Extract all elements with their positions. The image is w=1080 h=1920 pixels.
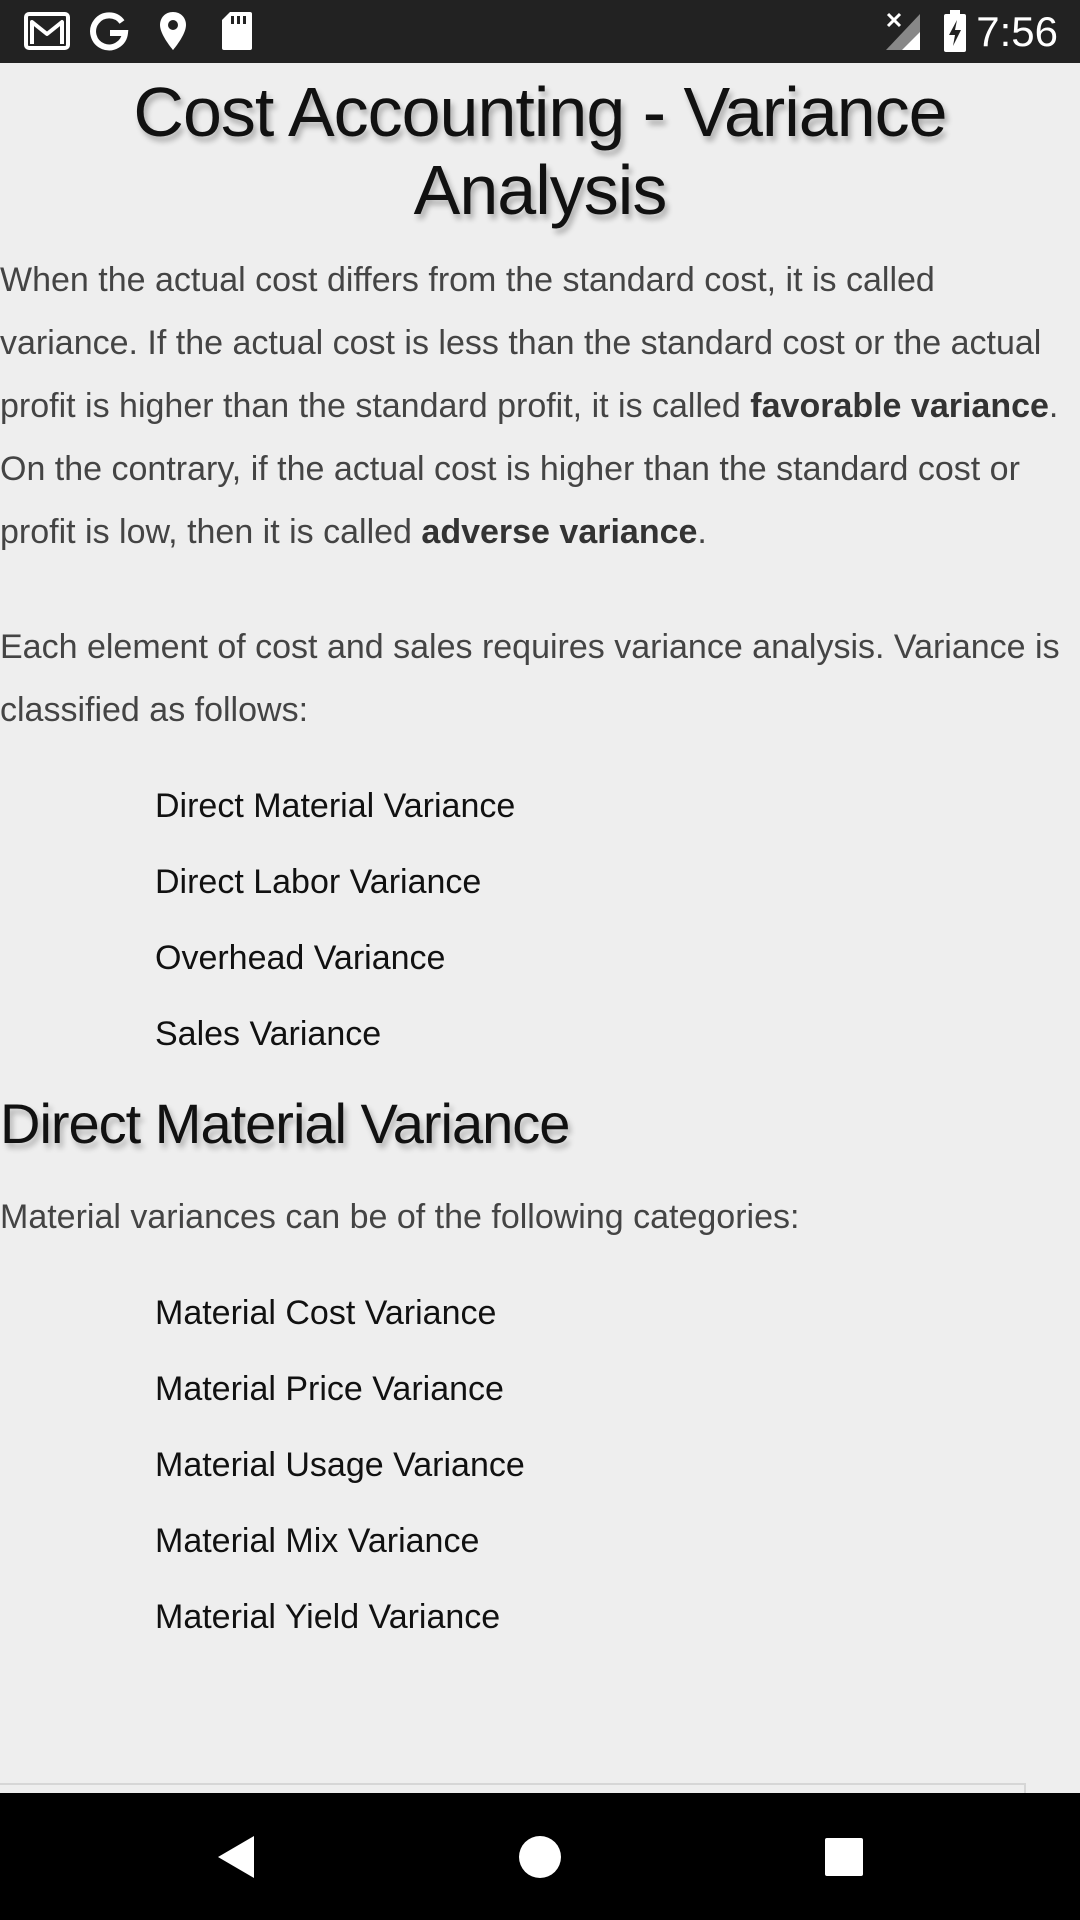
variance-types-list: Direct Material Variance Direct Labor Va… xyxy=(0,784,1080,1056)
list-item: Direct Material Variance xyxy=(155,787,516,825)
list-item: Sales Variance xyxy=(155,1015,382,1053)
home-icon[interactable] xyxy=(480,1793,600,1920)
list-item: Overhead Variance xyxy=(155,939,446,977)
list-item: Direct Labor Variance xyxy=(155,863,482,901)
page-title: Cost Accounting - Variance Analysis xyxy=(133,73,947,229)
list-item: Material Price Variance xyxy=(155,1370,504,1408)
intro-paragraph: When the actual cost differs from the st… xyxy=(0,249,1080,564)
google-icon xyxy=(90,12,129,51)
location-pin-icon xyxy=(160,12,186,50)
section-heading: Direct Material Variance xyxy=(0,1092,570,1155)
classification-paragraph: Each element of cost and sales requires … xyxy=(0,628,1060,729)
sd-card-icon xyxy=(222,12,252,50)
gmail-icon xyxy=(24,12,70,50)
recents-icon[interactable] xyxy=(784,1793,904,1920)
intro-text-3: . xyxy=(697,513,707,551)
favorable-variance-term: favorable variance xyxy=(750,387,1049,425)
back-icon[interactable] xyxy=(176,1793,296,1920)
adverse-variance-term: adverse variance xyxy=(421,513,698,551)
clock-time: 7:56 xyxy=(976,8,1058,55)
navigation-bar xyxy=(0,1793,1080,1920)
material-variances-list: Material Cost Variance Material Price Va… xyxy=(0,1291,1080,1639)
next-card-edge xyxy=(0,1783,1026,1793)
list-item: Material Cost Variance xyxy=(155,1294,497,1332)
no-signal-icon xyxy=(886,12,920,50)
article-content: Cost Accounting - Variance Analysis When… xyxy=(0,63,1080,1793)
list-item: Material Mix Variance xyxy=(155,1522,480,1560)
list-item: Material Yield Variance xyxy=(155,1598,501,1636)
battery-charging-icon xyxy=(944,10,966,52)
status-bar: 7:56 xyxy=(0,0,1080,63)
list-item: Material Usage Variance xyxy=(155,1446,525,1484)
section-paragraph: Material variances can be of the followi… xyxy=(0,1198,800,1236)
